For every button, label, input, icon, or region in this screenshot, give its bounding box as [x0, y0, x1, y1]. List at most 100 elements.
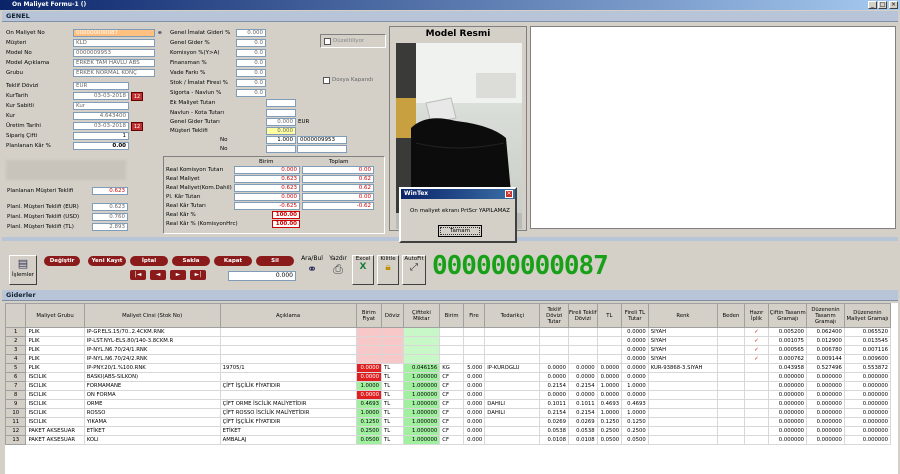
cell-ted[interactable]: DAHILI — [484, 399, 541, 409]
cell-grp[interactable]: ISCILIK — [25, 417, 85, 427]
cell-dmg[interactable]: 0.013545 — [843, 336, 892, 346]
cell-tl[interactable] — [596, 354, 623, 364]
column-header[interactable]: Fireli Teklif Dövizi — [568, 303, 598, 328]
table-row[interactable]: 8 ISCILIK ON FORMA 0.0000 TL 1.000000 CF 0.000 0… — [5, 390, 892, 400]
cell-beden[interactable] — [717, 336, 745, 346]
cell-birim[interactable]: CF — [439, 399, 464, 409]
table-row[interactable]: 7 ISCILIK FORMAMANE ÇİFT İŞÇİLİK FİYATIDIR 1… — [5, 381, 892, 391]
cell-hazir[interactable] — [743, 426, 770, 436]
cell-grp[interactable]: PLIK — [25, 327, 85, 337]
cell-dmg[interactable]: 0.065520 — [843, 327, 892, 337]
cell-ftl[interactable]: 0.0000 — [621, 327, 649, 337]
cell-doviz[interactable] — [381, 354, 404, 364]
cell-beden[interactable] — [717, 354, 745, 364]
table-row[interactable]: 13 PAKET AKSESUAR KOLI AMBALAJ 0.0500 TL 1.000… — [5, 435, 892, 445]
dosya-kapandi-checkbox[interactable] — [323, 77, 330, 84]
cell-ftd[interactable]: 0.0538 — [568, 426, 598, 436]
cell-ted[interactable] — [484, 327, 541, 337]
summary-birim-field[interactable]: 100.00 — [272, 220, 300, 228]
cell-tl[interactable]: 0.0500 — [596, 435, 623, 445]
column-header[interactable]: Teklif Dövizi Tutar — [539, 303, 570, 328]
cell-ted[interactable] — [484, 345, 541, 355]
cell-ftd[interactable] — [568, 345, 598, 355]
cell-ftl[interactable]: 0.1250 — [621, 417, 649, 427]
uretim-tarihi-field[interactable]: 03-03-2018 — [73, 122, 129, 130]
cell-ftd[interactable]: 0.2154 — [568, 381, 598, 391]
cell-grp[interactable]: PLIK — [25, 354, 85, 364]
cell-ctg[interactable]: 0.043958 — [768, 363, 808, 373]
kur-sabitli-field[interactable]: Kur — [73, 102, 129, 110]
nav-prev-button[interactable]: ◄ — [150, 270, 166, 280]
cell-grp[interactable]: PAKET AKSESUAR — [25, 435, 85, 445]
cell-grp[interactable]: ISCILIK — [25, 381, 85, 391]
cell-renk[interactable] — [647, 372, 719, 382]
no-field-2[interactable] — [266, 145, 296, 153]
navlun-field[interactable] — [266, 109, 296, 117]
yazdir-button[interactable]: Yazdır ⎙ — [327, 255, 349, 285]
cell-cins[interactable]: BASKI(ABS-SILKON) — [83, 372, 221, 382]
cell-fire[interactable]: 0.000 — [462, 399, 486, 409]
cell-grp[interactable]: PAKET AKSESUAR — [25, 426, 85, 436]
cell-tdt[interactable]: 0.0269 — [539, 417, 570, 427]
cell-hazir[interactable]: ✓ — [743, 354, 770, 364]
column-header[interactable]: Düzenenin Tasarım Gramajı — [806, 303, 845, 328]
cell-tl[interactable]: 1.0000 — [596, 408, 623, 418]
cell-dtg[interactable]: 0.012900 — [806, 336, 845, 346]
cell-tdt[interactable]: 0.2154 — [539, 408, 570, 418]
cell-cins[interactable]: IP-LST.NYL-ELS.80/140-3.8CKM.R — [83, 336, 221, 346]
no-code-field[interactable]: 0000009953 — [297, 136, 347, 144]
cell-ted[interactable] — [484, 426, 541, 436]
cell-ftd[interactable]: 0.0000 — [568, 372, 598, 382]
cell-fiyat[interactable]: 0.0000 — [355, 372, 383, 382]
cell-grp[interactable]: PLIK — [25, 345, 85, 355]
cell-ftl[interactable]: 0.0000 — [621, 363, 649, 373]
siparis-cifti-field[interactable]: 1 — [73, 132, 129, 140]
cell-cins[interactable]: ORME — [83, 399, 221, 409]
cell-dtg[interactable]: 0.062400 — [806, 327, 845, 337]
cell-aciklama[interactable]: ÇİFT İŞÇİLİK FİYATIDIR — [219, 381, 357, 391]
section-genel[interactable]: GENEL — [2, 11, 898, 22]
column-header[interactable]: Maliyet Cinsi (Stok No) — [83, 303, 221, 328]
cell-dtg[interactable]: 0.000000 — [806, 417, 845, 427]
cell-ftl[interactable]: 1.0000 — [621, 408, 649, 418]
cell-dmg[interactable]: 0.000000 — [843, 426, 892, 436]
cell-tdt[interactable]: 0.0000 — [539, 390, 570, 400]
cell-cins[interactable]: YIKAMA — [83, 417, 221, 427]
cell-hazir[interactable]: ✓ — [743, 327, 770, 337]
notes-area[interactable] — [530, 26, 896, 229]
cell-miktar[interactable] — [402, 336, 441, 346]
cell-fiyat[interactable]: 1.0000 — [355, 408, 383, 418]
cell-hazir[interactable] — [743, 372, 770, 382]
kur-field[interactable]: 4.643400 — [73, 112, 129, 120]
cell-grp[interactable]: ISCILIK — [25, 390, 85, 400]
section-giderler[interactable]: Giderler — [2, 290, 898, 301]
cell-beden[interactable] — [717, 390, 745, 400]
planl-eur-field[interactable]: 0.623 — [92, 203, 128, 211]
cell-cins[interactable]: IP-NYL.N6.70/24/2.RNK — [83, 354, 221, 364]
cell-fiyat[interactable]: 0.0000 — [355, 390, 383, 400]
cell-aciklama[interactable] — [219, 390, 357, 400]
nav-next-button[interactable]: ► — [170, 270, 186, 280]
cell-ftl[interactable]: 0.0000 — [621, 354, 649, 364]
cell-fiyat[interactable]: 0.0000 — [355, 363, 383, 373]
autofit-button[interactable]: AutoFit ⤢ — [402, 255, 426, 285]
table-row[interactable]: 11 ISCILIK YIKAMA ÇİFT İŞÇİLİK FİYATIDIR 0.1… — [5, 417, 892, 427]
cell-ftl[interactable]: 0.0000 — [621, 345, 649, 355]
cell-beden[interactable] — [717, 426, 745, 436]
cell-aciklama[interactable]: ÇİFT ORME İSCİLİK MALİYETİDIR — [219, 399, 357, 409]
column-header[interactable]: Çiftin Tasarım Gramajı — [768, 303, 808, 328]
cell-renk[interactable]: KUR-93868-3.SIYAH — [647, 363, 719, 373]
cell-beden[interactable] — [717, 399, 745, 409]
komisyon-field[interactable]: 0.0 — [236, 49, 266, 57]
cell-renk[interactable] — [647, 426, 719, 436]
cell-hazir[interactable] — [743, 435, 770, 445]
summary-birim-field[interactable]: 0.623 — [234, 184, 300, 192]
cell-doviz[interactable]: TL — [381, 390, 404, 400]
cell-tl[interactable]: 1.0000 — [596, 381, 623, 391]
cell-fiyat[interactable]: 1.0000 — [355, 381, 383, 391]
cell-dtg[interactable]: 0.000000 — [806, 426, 845, 436]
cell-miktar[interactable]: 1.000000 — [402, 435, 441, 445]
cell-ftd[interactable] — [568, 336, 598, 346]
cell-miktar[interactable] — [402, 345, 441, 355]
degistir-button[interactable]: Değiştir — [44, 256, 80, 266]
